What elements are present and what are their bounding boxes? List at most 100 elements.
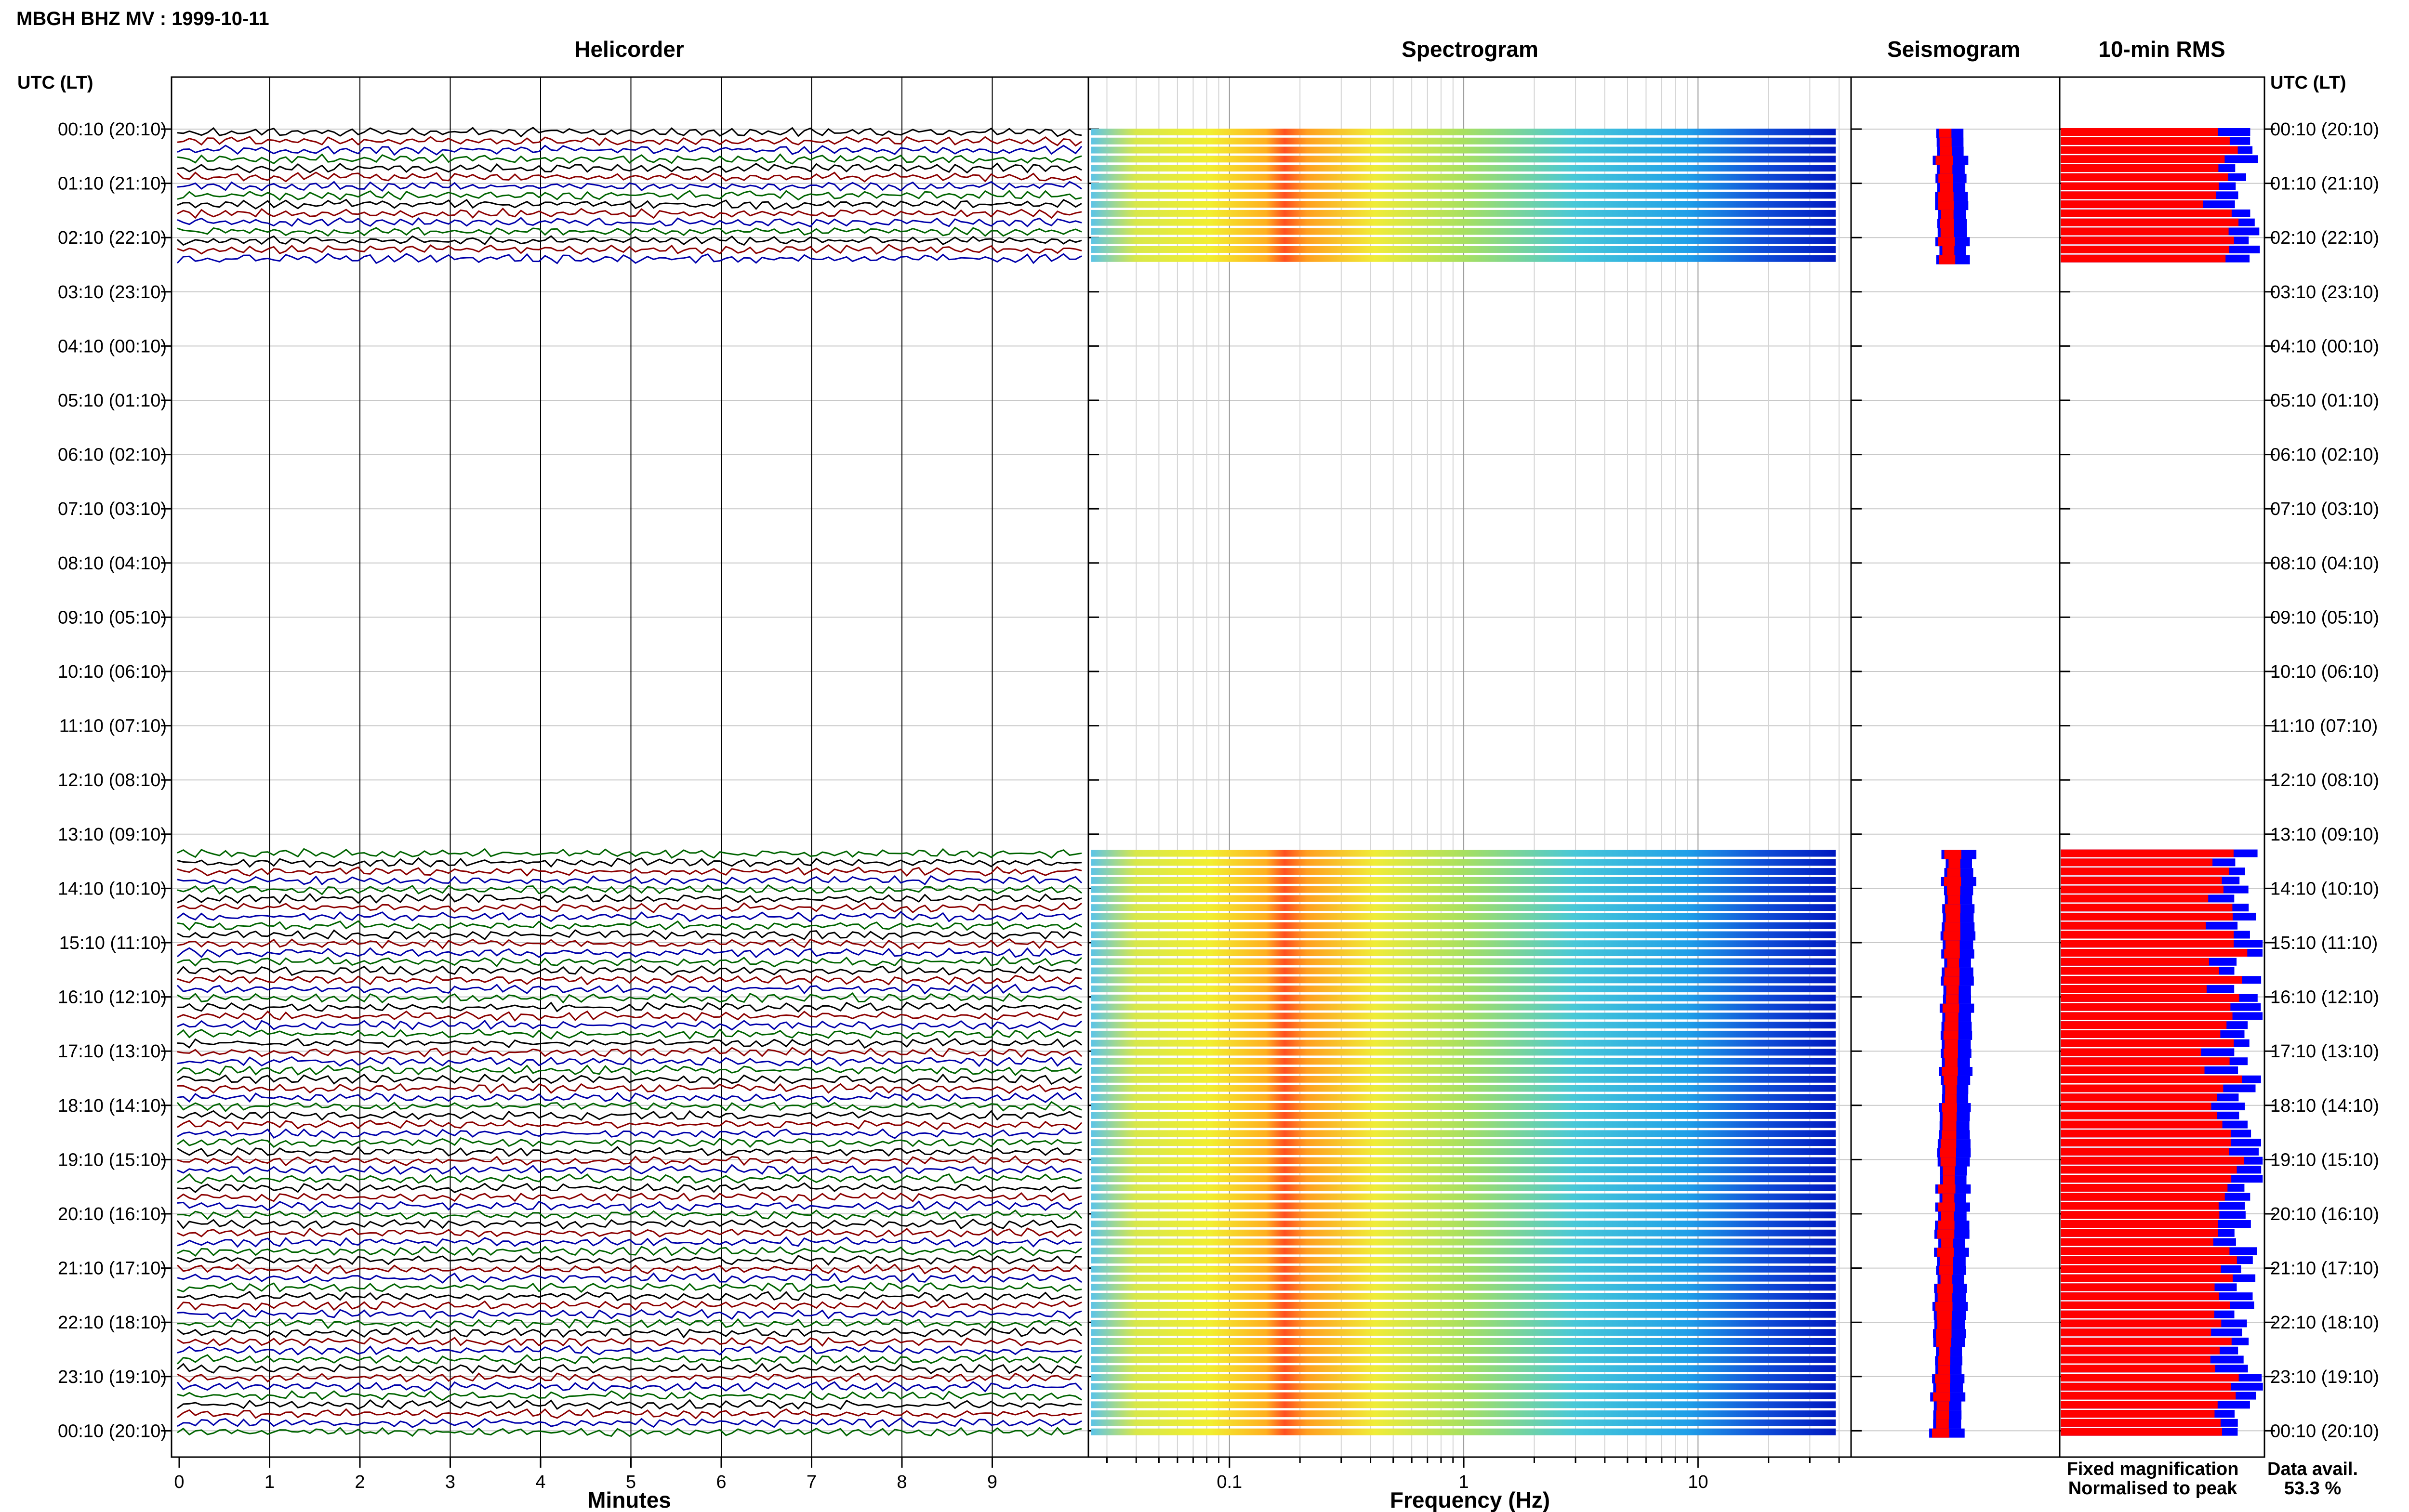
hour-label-right: 15:10 (11:10) (2270, 933, 2378, 953)
left-tick-labels: 00:10 (20:10) 01:10 (21:10) 02:10 (22:10) 0… (58, 119, 167, 1441)
seismogram-normalised-envelope (1946, 886, 1960, 895)
helicorder-trace (177, 1327, 1083, 1339)
spectrogram-strip (1091, 237, 1836, 244)
seismogram-normalised-envelope (1944, 877, 1961, 886)
rms-normalised-bar (2061, 1139, 2231, 1147)
rms-normalised-bar (2061, 976, 2242, 984)
helicorder-trace (177, 145, 1083, 156)
helicorder-trace (177, 1137, 1082, 1148)
spectrogram-strip (1091, 958, 1836, 965)
seismogram-normalised-envelope (1947, 868, 1961, 878)
seismogram-normalised-envelope (1940, 1148, 1956, 1157)
seismogram-normalised-envelope (1946, 994, 1959, 1004)
rms-normalised-bar (2061, 1021, 2227, 1029)
seismogram-normalised-envelope (1941, 1211, 1954, 1221)
hour-label-left: 14:10 (10:10) (58, 879, 167, 899)
hour-label-right: 02:10 (22:10) (2270, 228, 2379, 248)
seismogram-normalised-envelope (1939, 137, 1952, 147)
helicorder-trace (177, 1427, 1082, 1437)
seismogram-envelopes (1929, 129, 1977, 1438)
spectrogram-strip (1091, 877, 1836, 884)
helicorder-trace (177, 1091, 1083, 1103)
seismogram-normalised-envelope (1946, 986, 1959, 995)
spectrogram-strip (1091, 210, 1836, 217)
rms-normalised-bar (2061, 1238, 2213, 1246)
rms-normalised-bar (2061, 1337, 2232, 1345)
spectrogram-strip (1091, 246, 1836, 253)
spectrogram-strip (1091, 1320, 1836, 1327)
helicorder-trace (177, 153, 1082, 165)
seismogram-normalised-envelope (1945, 1012, 1959, 1022)
frequency-tick-label: 0.1 (1217, 1472, 1242, 1492)
seismogram-normalised-envelope (1946, 913, 1960, 922)
rms-normalised-bar (2061, 1075, 2242, 1083)
spectrogram-strip (1091, 1193, 1836, 1200)
spectrogram-strip (1091, 255, 1836, 262)
helicorder-trace (177, 1046, 1083, 1058)
rms-normalised-bar (2061, 894, 2209, 903)
spectrogram-strip (1091, 1392, 1836, 1399)
spectrogram-strip (1091, 1103, 1836, 1110)
rms-normalised-bar (2061, 1103, 2211, 1111)
helicorder-trace (177, 1173, 1082, 1184)
rms-title: 10-min RMS (2098, 37, 2225, 62)
seismogram-normalised-envelope (1943, 1166, 1955, 1176)
helicorder-trace (177, 1290, 1082, 1302)
helicorder-trace (176, 1381, 1083, 1393)
helicorder-trace (177, 992, 1082, 1004)
seismogram-normalised-envelope (1942, 1003, 1959, 1013)
spectrogram-strip (1091, 146, 1836, 154)
seismogram-normalised-envelope (1935, 1374, 1950, 1384)
rms-normalised-bar (2061, 1183, 2228, 1192)
spectrogram-strip (1091, 1238, 1836, 1246)
seismogram-normalised-envelope (1943, 931, 1960, 941)
hour-label-left: 22:10 (18:10) (58, 1313, 167, 1333)
helicorder-trace (177, 1408, 1082, 1420)
spectrogram-strip (1091, 1338, 1836, 1345)
spectrogram-panel: 0.1 1 10 Frequency (Hz) (1087, 76, 1852, 1512)
seismogram-normalised-envelope (1944, 949, 1960, 959)
seismogram-normalised-envelope (1943, 1030, 1959, 1040)
rms-normalised-bar (2061, 1175, 2232, 1183)
spectrogram-strip (1091, 1121, 1836, 1128)
rms-normalised-bar (2061, 1283, 2215, 1291)
rms-normalised-bar (2061, 1066, 2205, 1074)
legend-normalised-to-peak: Normalised to peak (2068, 1478, 2237, 1499)
helicorder-trace (177, 974, 1082, 986)
seismogram-normalised-envelope (1938, 1356, 1950, 1366)
rms-normalised-bar (2061, 164, 2219, 172)
hour-label-right: 00:10 (20:10) (2270, 119, 2379, 140)
spectrogram-strip (1091, 868, 1836, 875)
minute-tick-label: 0 (174, 1472, 184, 1492)
helicorder-trace (177, 1083, 1082, 1094)
seismogram-normalised-envelope (1942, 246, 1955, 255)
hour-label-left: 20:10 (16:10) (58, 1204, 167, 1224)
helicorder-trace (177, 1110, 1082, 1121)
rms-normalised-bar (2061, 137, 2230, 145)
rms-normalised-bar (2061, 1428, 2222, 1436)
helicorder-trace (177, 1182, 1082, 1194)
seismogram-normalised-envelope (1940, 228, 1954, 237)
rms-normalised-bar (2061, 1229, 2218, 1237)
spectrogram-strip (1091, 1085, 1836, 1092)
hour-label-right: 13:10 (09:10) (2270, 825, 2379, 845)
helicorder-frame (171, 76, 1089, 1458)
hour-label-left: 09:10 (05:10) (58, 607, 167, 628)
rms-normalised-bar (2061, 209, 2232, 217)
hour-label-right: 01:10 (21:10) (2270, 174, 2379, 194)
spectrogram-strip (1091, 1130, 1836, 1137)
seismogram-normalised-envelope (1939, 129, 1952, 138)
hour-label-right: 20:10 (16:10) (2270, 1204, 2379, 1224)
rms-normalised-bar (2061, 904, 2233, 912)
spectrogram-strip (1091, 986, 1836, 993)
hour-label-left: 05:10 (01:10) (58, 391, 167, 411)
helicorder-trace (177, 1155, 1082, 1167)
spectrogram-strip (1091, 1401, 1836, 1408)
helicorder-trace (176, 1101, 1082, 1112)
hour-label-left: 15:10 (11:10) (59, 933, 167, 953)
rms-normalised-bar (2061, 1274, 2233, 1282)
spectrogram-strip (1091, 1157, 1836, 1164)
hour-label-left: 16:10 (12:10) (58, 987, 167, 1008)
data-avail-value: 53.3 % (2284, 1478, 2341, 1499)
rms-normalised-bar (2061, 1292, 2219, 1301)
